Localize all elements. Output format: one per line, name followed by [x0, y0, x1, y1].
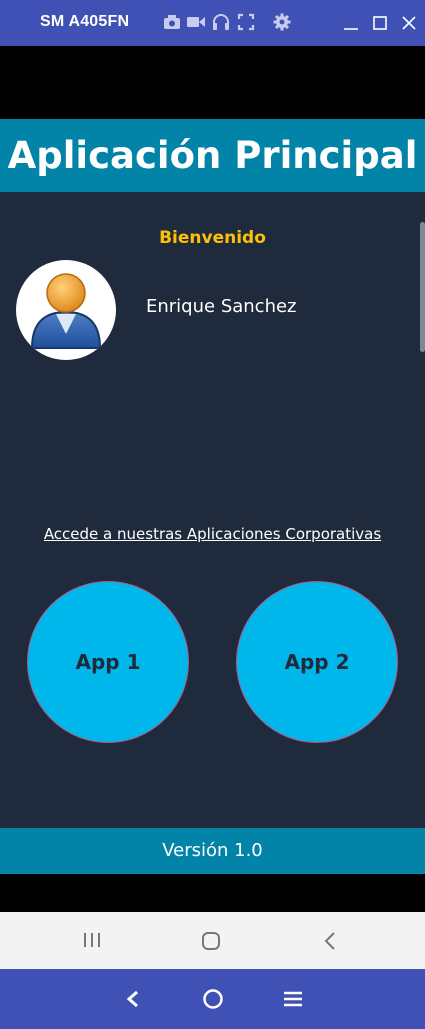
device-name: SM A405FN: [40, 13, 130, 30]
version-footer: Versión 1.0: [0, 828, 425, 874]
emulator-title-bar: SM A405FN: [0, 0, 425, 46]
maximize-icon[interactable]: [371, 12, 389, 34]
user-avatar-icon: [30, 273, 102, 349]
status-bar-area: [0, 46, 425, 119]
user-name: Enrique Sanchez: [146, 296, 297, 317]
app1-button[interactable]: App 1: [27, 581, 189, 743]
video-icon[interactable]: [186, 12, 206, 32]
close-icon[interactable]: [400, 12, 418, 34]
app-content: Bienvenido Enrique Sanchez Accede a nues…: [0, 192, 425, 828]
minimize-icon[interactable]: [342, 12, 360, 34]
emulator-home-icon[interactable]: [202, 988, 224, 1010]
screen-bottom-area: [0, 874, 425, 912]
back-icon[interactable]: [322, 931, 338, 951]
headphones-icon[interactable]: [211, 12, 231, 32]
app2-button[interactable]: App 2: [236, 581, 398, 743]
android-navigation-bar: [0, 912, 425, 969]
camera-icon[interactable]: [162, 12, 182, 32]
recent-apps-icon[interactable]: [82, 931, 102, 949]
home-icon[interactable]: [201, 931, 221, 951]
emulator-menu-icon[interactable]: [283, 989, 303, 1009]
welcome-label: Bienvenido: [159, 228, 266, 248]
fullscreen-icon[interactable]: [236, 12, 256, 32]
gear-icon[interactable]: [272, 12, 292, 32]
emulator-navigation-bar: [0, 969, 425, 1029]
avatar: [16, 260, 116, 360]
emulator-back-icon[interactable]: [124, 989, 142, 1009]
app-title: Aplicación Principal: [0, 119, 425, 192]
corporate-apps-link[interactable]: Accede a nuestras Aplicaciones Corporati…: [0, 525, 425, 543]
